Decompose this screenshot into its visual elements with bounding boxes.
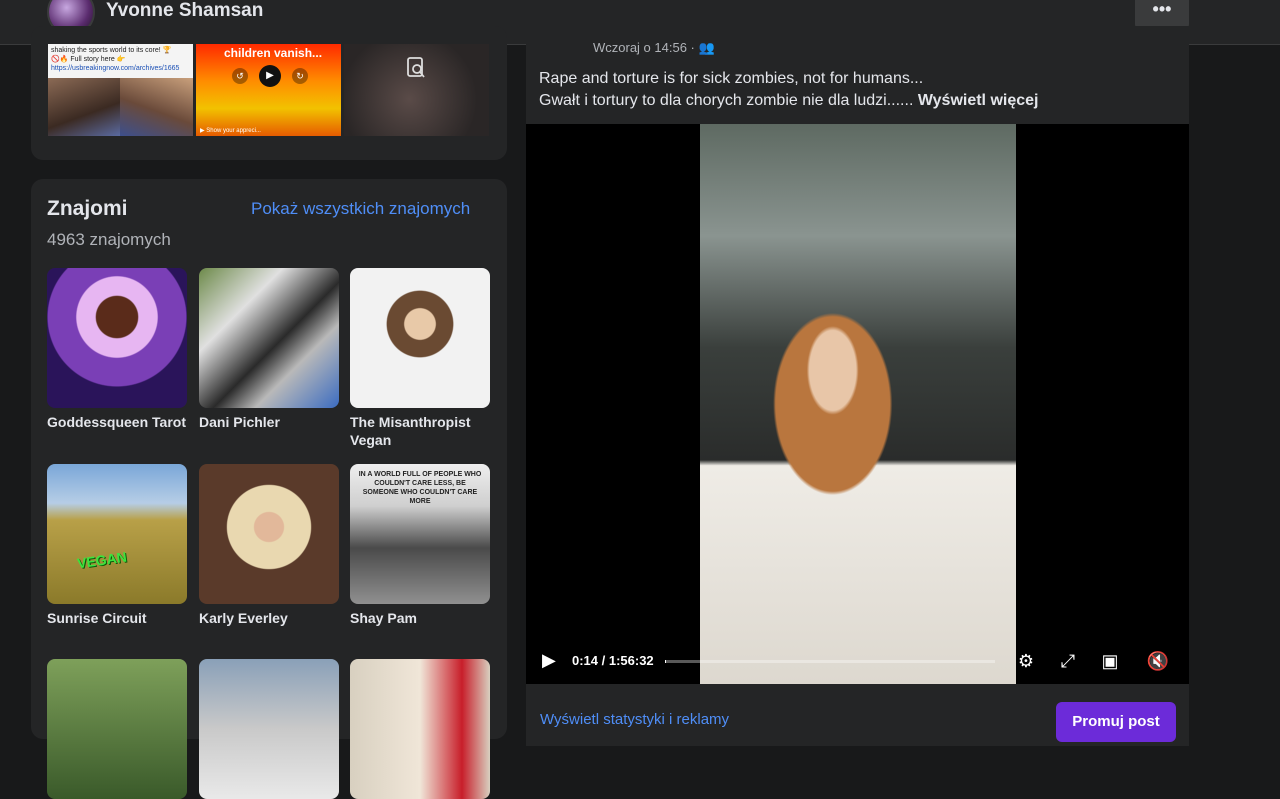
video-time: 0:14 / 1:56:32 [572, 653, 654, 668]
show-all-friends-link[interactable]: Pokaż wszystkich znajomych [251, 199, 470, 219]
friend-card[interactable] [199, 659, 339, 799]
settings-gear-icon[interactable]: ⚙ [1014, 649, 1038, 673]
friend-name[interactable]: Goddessqueen Tarot [47, 413, 187, 431]
video-mini-controls: ↺ ▶ ↻ [232, 65, 308, 87]
friend-photo[interactable] [199, 659, 339, 799]
post-text-line2: Gwałt i tortury to dla chorych zombie ni… [539, 92, 918, 109]
photo-tile-video[interactable]: children vanish... ↺ ▶ ↻ ▶ Show your app… [196, 44, 341, 136]
friend-card[interactable] [47, 659, 187, 799]
rewind-icon: ↺ [232, 68, 248, 84]
post-card: Wczoraj o 14:56 · 👥 Rape and torture is … [526, 26, 1189, 746]
promote-post-button[interactable]: Promuj post [1056, 702, 1176, 742]
photo-tile-news[interactable]: shaking the sports world to its core! 🏆 … [48, 44, 193, 136]
friend-card[interactable]: VEGAN Sunrise Circuit [47, 464, 187, 627]
photo-tile-text: shaking the sports world to its core! 🏆 … [51, 47, 180, 72]
video-progress-bar[interactable] [665, 660, 995, 663]
post-text: Rape and torture is for sick zombies, no… [539, 68, 1179, 112]
friends-count: 4963 znajomych [47, 230, 171, 249]
friend-photo[interactable] [350, 268, 490, 408]
friend-name[interactable]: Dani Pichler [199, 413, 339, 431]
friend-name[interactable]: The Misanthropist Vegan [350, 413, 490, 449]
privacy-icon: 👥 [698, 40, 715, 55]
photo-tile-caption: children vanish... [224, 46, 323, 60]
friend-card[interactable]: The Misanthropist Vegan [350, 268, 490, 449]
friend-card[interactable]: Karly Everley [199, 464, 339, 627]
friend-photo[interactable] [47, 659, 187, 799]
friend-name[interactable]: Shay Pam [350, 609, 490, 627]
video-player[interactable]: ▶ 0:14 / 1:56:32 ⚙ ⤢ ▣ 🔇 [526, 124, 1189, 684]
friends-title: Znajomi [47, 197, 128, 220]
friend-photo[interactable]: VEGAN [47, 464, 187, 604]
friend-photo[interactable] [199, 268, 339, 408]
friend-photo[interactable]: IN A WORLD FULL OF PEOPLE WHO COULDN'T C… [350, 464, 490, 604]
video-controls: ▶ 0:14 / 1:56:32 ⚙ ⤢ ▣ 🔇 [526, 636, 1189, 684]
friend-photo[interactable] [47, 268, 187, 408]
post-text-line1: Rape and torture is for sick zombies, no… [539, 70, 924, 87]
post-timestamp[interactable]: Wczoraj o 14:56 · 👥 [593, 40, 715, 56]
friend-photo-quote: IN A WORLD FULL OF PEOPLE WHO COULDN'T C… [358, 471, 482, 505]
friends-card: Znajomi 4963 znajomych Pokaż wszystkich … [31, 179, 507, 799]
friend-card[interactable]: Goddessqueen Tarot [47, 268, 187, 431]
friend-photo[interactable] [350, 659, 490, 799]
friend-name[interactable]: Karly Everley [199, 609, 339, 627]
photo-face-right [120, 78, 193, 136]
profile-name[interactable]: Yvonne Shamsan [106, 0, 263, 22]
friend-photo[interactable] [199, 464, 339, 604]
search-document-icon [406, 56, 426, 80]
see-more-link[interactable]: Wyświetl więcej [918, 92, 1039, 109]
forward-icon: ↻ [292, 68, 308, 84]
video-frame[interactable] [700, 124, 1016, 684]
picture-in-picture-icon[interactable]: ▣ [1098, 649, 1122, 673]
fullscreen-icon[interactable]: ⤢ [1056, 649, 1080, 673]
photos-card: shaking the sports world to its core! 🏆 … [31, 26, 507, 160]
play-icon: ▶ [259, 65, 281, 87]
friend-card[interactable]: IN A WORLD FULL OF PEOPLE WHO COULDN'T C… [350, 464, 490, 627]
play-icon[interactable]: ▶ [542, 650, 556, 671]
vegan-badge: VEGAN [76, 548, 128, 572]
photo-tile-dark[interactable] [344, 44, 489, 136]
friend-name[interactable]: Sunrise Circuit [47, 609, 187, 627]
mute-icon[interactable]: 🔇 [1146, 649, 1170, 673]
friend-card[interactable] [350, 659, 490, 799]
friend-card[interactable]: Dani Pichler [199, 268, 339, 431]
photo-face-left [48, 78, 120, 136]
photo-tile-footer: ▶ Show your appreci... [200, 128, 261, 134]
